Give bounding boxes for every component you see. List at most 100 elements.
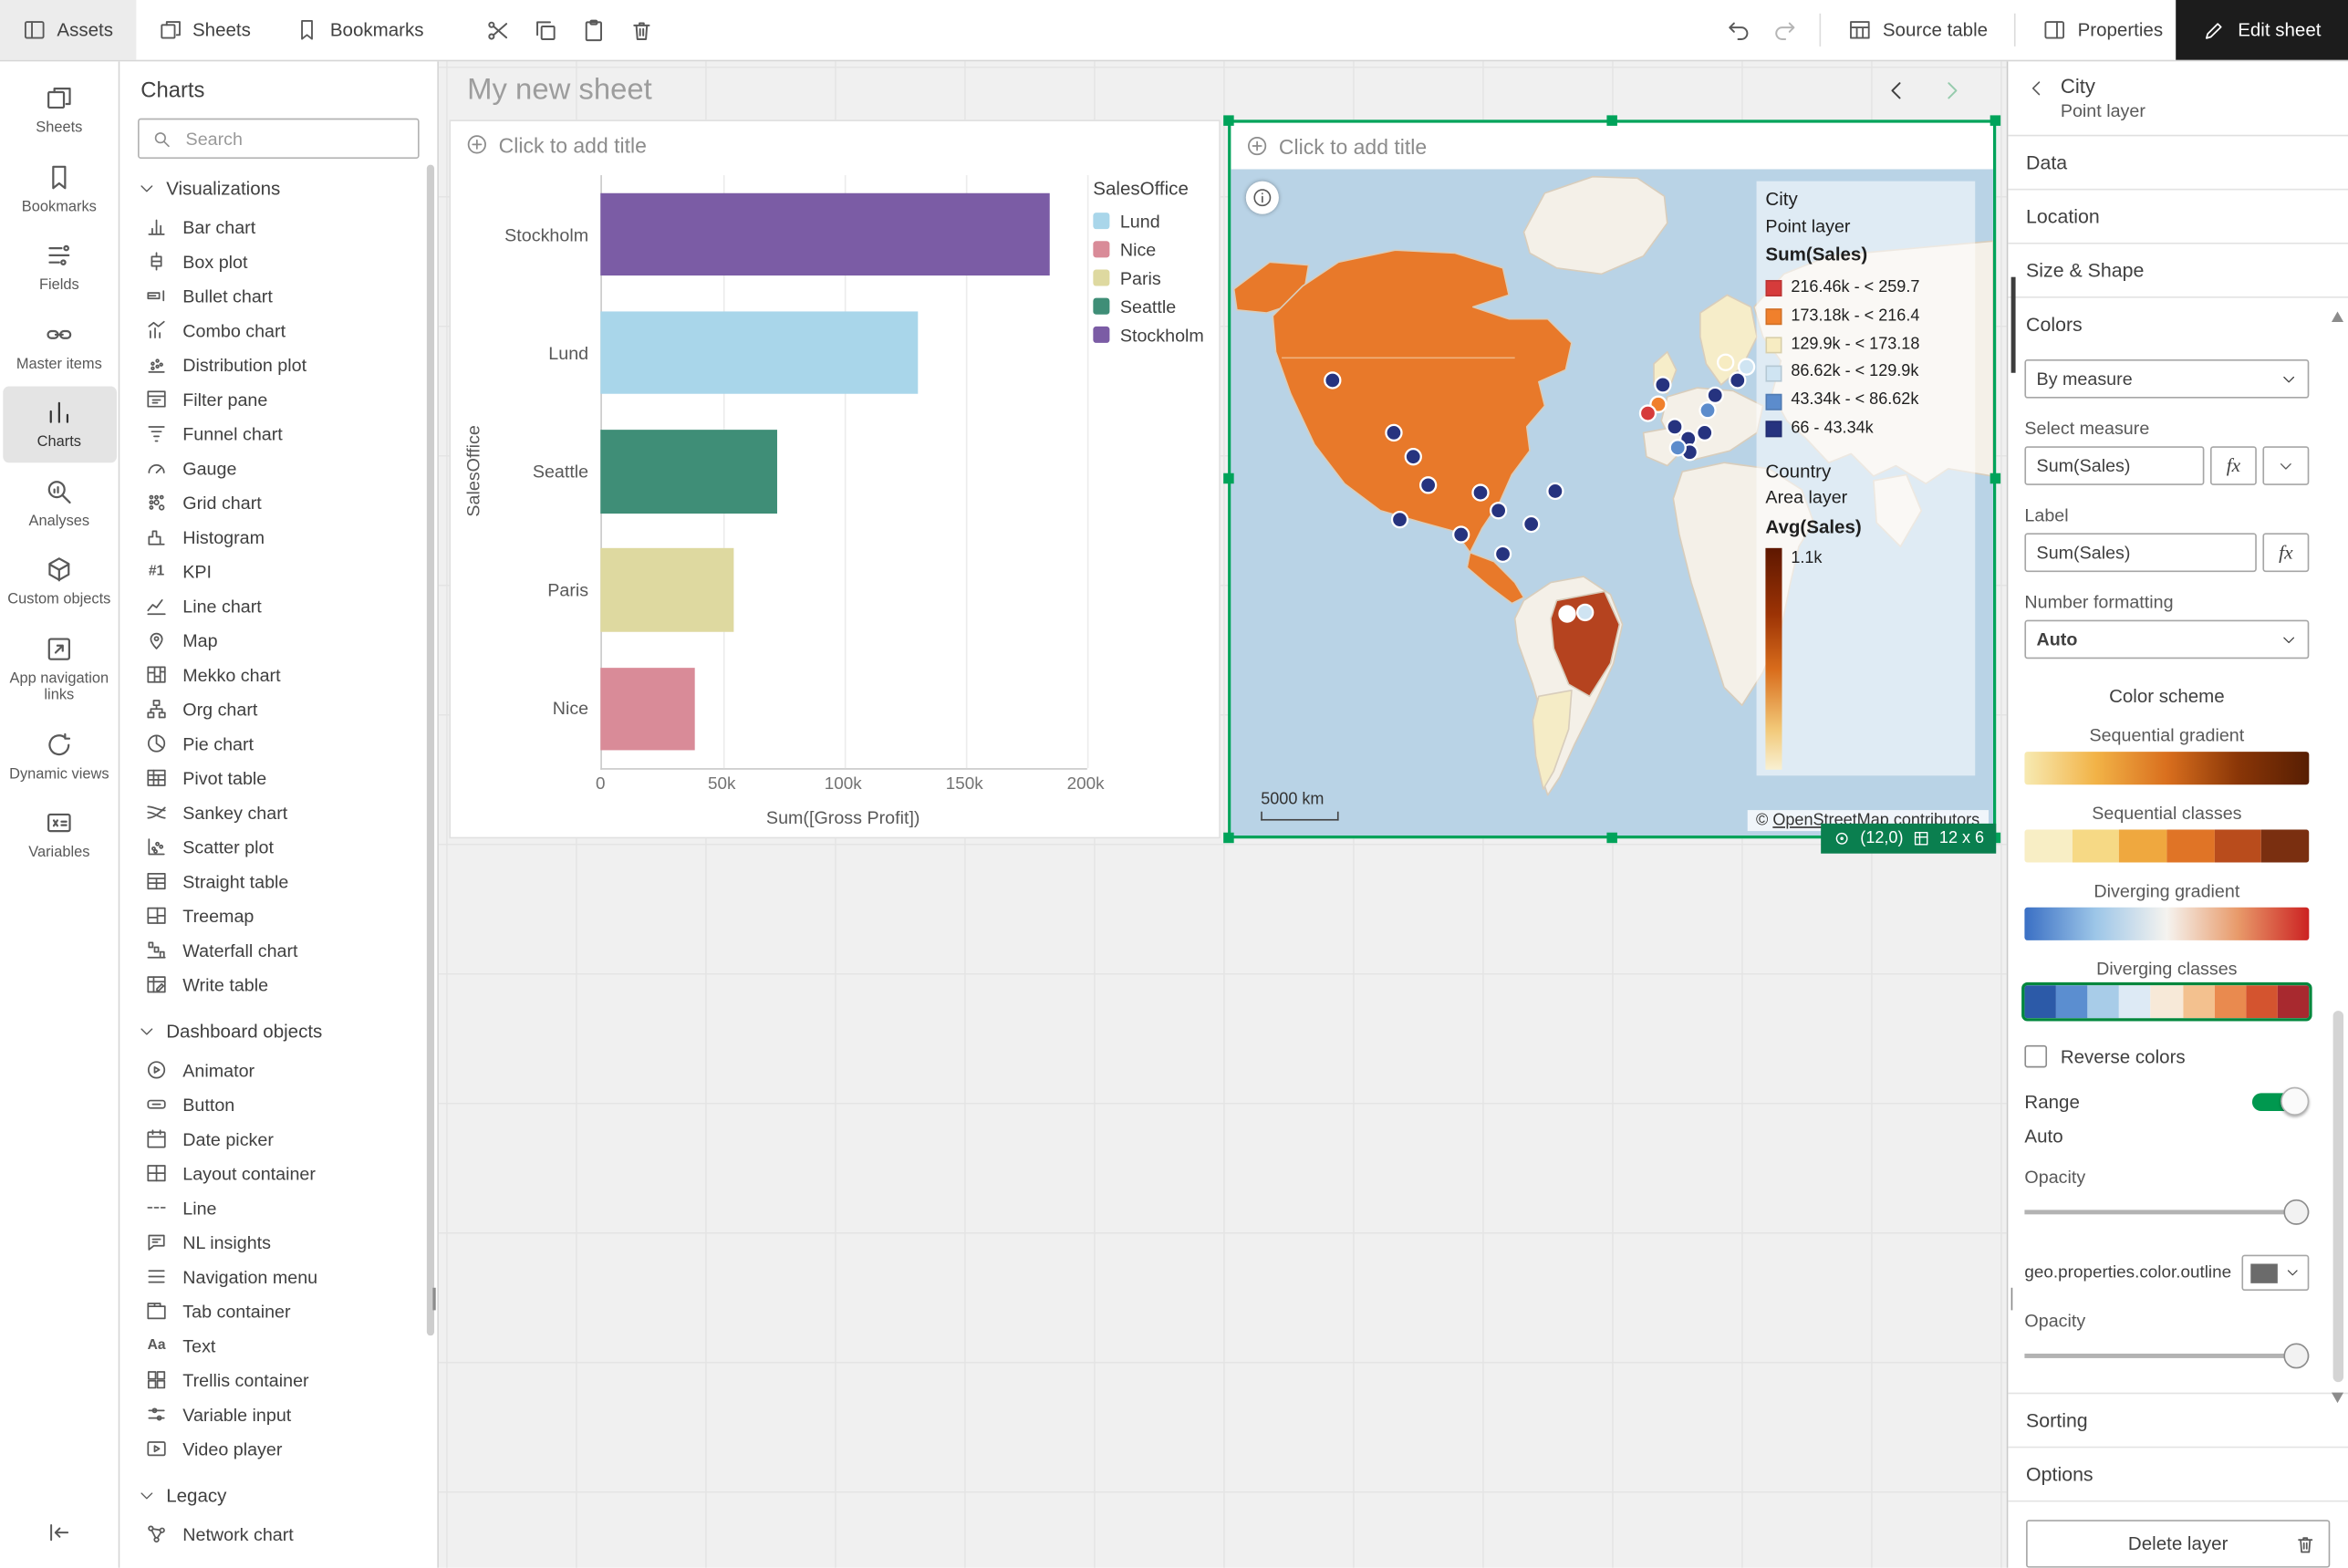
rail-item-dynamic-views[interactable]: Dynamic views	[2, 718, 116, 794]
number-formatting-dropdown[interactable]: Auto	[2024, 620, 2309, 659]
bar-chart-object[interactable]: Click to add title SalesOffice Stockholm…	[449, 119, 1220, 838]
source-table-button[interactable]: Source table	[1834, 0, 2001, 60]
color-scheme-sequential-gradient[interactable]	[2024, 752, 2309, 784]
props-section-size-shape[interactable]: Size & Shape	[2008, 244, 2348, 298]
charts-panel-item-date-picker[interactable]: Date picker	[119, 1122, 437, 1157]
charts-panel-item-box-plot[interactable]: Box plot	[119, 244, 437, 279]
tab-sheets[interactable]: Sheets	[136, 0, 274, 60]
map-point[interactable]	[1699, 402, 1715, 418]
next-sheet-arrow-icon[interactable]	[1939, 78, 1965, 103]
edit-sheet-button[interactable]: Edit sheet	[2177, 0, 2348, 60]
charts-panel-item-button[interactable]: Button	[119, 1087, 437, 1122]
map-title-placeholder[interactable]: Click to add title	[1231, 123, 1993, 170]
rail-item-fields[interactable]: Fields	[2, 229, 116, 305]
scrollbar-thumb[interactable]	[2332, 1011, 2343, 1382]
label-expression-button[interactable]: fx	[2262, 533, 2309, 572]
sheet-title[interactable]: My new sheet	[467, 73, 652, 108]
resize-handle-bottom-left[interactable]	[1223, 833, 1233, 843]
resize-handle-bottom[interactable]	[1606, 833, 1616, 843]
map-point[interactable]	[1491, 503, 1506, 518]
charts-panel-item-sankey-chart[interactable]: Sankey chart	[119, 795, 437, 830]
map-point[interactable]	[1670, 440, 1686, 455]
properties-scrollbar[interactable]	[2329, 311, 2347, 1403]
charts-panel-item-scatter-plot[interactable]: Scatter plot	[119, 829, 437, 864]
charts-panel-item-line-chart[interactable]: Line chart	[119, 588, 437, 623]
map-object[interactable]: Click to add title	[1228, 119, 1996, 838]
map-point[interactable]	[1718, 355, 1733, 370]
measure-dropdown-button[interactable]	[2262, 446, 2309, 485]
map-point[interactable]	[1386, 425, 1401, 441]
charts-panel-item-text[interactable]: AaText	[119, 1328, 437, 1363]
copy-button[interactable]	[525, 7, 569, 52]
charts-panel-item-distribution-plot[interactable]: Distribution plot	[119, 348, 437, 382]
map-viewport[interactable]: City Point layer Sum(Sales) 216.46k - < …	[1231, 169, 1993, 836]
color-scheme-diverging-classes[interactable]	[2024, 985, 2309, 1018]
search-input[interactable]	[182, 127, 406, 151]
map-point[interactable]	[1697, 425, 1712, 441]
rail-item-variables[interactable]: Variables	[2, 796, 116, 872]
color-mode-dropdown[interactable]: By measure	[2024, 359, 2309, 399]
charts-panel-item-mekko-chart[interactable]: Mekko chart	[119, 658, 437, 692]
props-section-sorting[interactable]: Sorting	[2008, 1393, 2348, 1447]
legend-item-seattle[interactable]: Seattle	[1093, 292, 1204, 320]
charts-panel-item-histogram[interactable]: Histogram	[119, 520, 437, 555]
legend-item-lund[interactable]: Lund	[1093, 207, 1204, 235]
charts-panel-item-layout-container[interactable]: Layout container	[119, 1156, 437, 1190]
charts-panel-item-video-player[interactable]: Video player	[119, 1431, 437, 1466]
charts-search[interactable]	[138, 119, 420, 159]
tab-assets[interactable]: Assets	[0, 0, 136, 60]
props-section-options[interactable]: Options	[2008, 1447, 2348, 1501]
color-scheme-sequential-classes[interactable]	[2024, 829, 2309, 862]
bar-seattle[interactable]	[600, 431, 777, 514]
cut-button[interactable]	[476, 7, 521, 52]
charts-panel-item-nl-insights[interactable]: NL insights	[119, 1225, 437, 1260]
charts-panel-item-pivot-table[interactable]: Pivot table	[119, 761, 437, 795]
tab-bookmarks[interactable]: Bookmarks	[273, 0, 446, 60]
charts-panel-scrollbar[interactable]	[427, 165, 434, 1336]
delete-layer-button[interactable]: Delete layer	[2026, 1520, 2330, 1568]
map-point[interactable]	[1739, 359, 1754, 375]
rail-item-sheets[interactable]: Sheets	[2, 72, 116, 148]
bar-stockholm[interactable]	[600, 193, 1049, 276]
props-section-colors[interactable]: Colors	[2008, 298, 2348, 350]
scroll-down-arrow-icon[interactable]	[2332, 1393, 2343, 1403]
back-chevron-icon[interactable]	[2026, 78, 2047, 99]
outline-opacity-slider[interactable]	[2024, 1342, 2309, 1369]
rail-item-charts[interactable]: Charts	[2, 387, 116, 462]
legend-item-stockholm[interactable]: Stockholm	[1093, 320, 1204, 348]
map-point[interactable]	[1667, 419, 1682, 434]
rail-item-app-navigation-links[interactable]: App navigation links	[2, 622, 116, 715]
map-point[interactable]	[1453, 527, 1469, 543]
charts-panel-item-variable-input[interactable]: Variable input	[119, 1397, 437, 1432]
charts-panel-item-trellis-container[interactable]: Trellis container	[119, 1363, 437, 1397]
properties-button[interactable]: Properties	[2030, 0, 2177, 60]
previous-sheet-arrow-icon[interactable]	[1884, 78, 1909, 103]
map-point[interactable]	[1708, 388, 1723, 403]
range-toggle[interactable]	[2252, 1093, 2303, 1111]
charts-panel-item-bar-chart[interactable]: Bar chart	[119, 210, 437, 244]
props-section-location[interactable]: Location	[2008, 190, 2348, 244]
props-section-data[interactable]: Data	[2008, 136, 2348, 190]
label-input[interactable]: Sum(Sales)	[2024, 533, 2256, 572]
charts-panel-item-bullet-chart[interactable]: Bullet chart	[119, 278, 437, 313]
outline-color-dropdown[interactable]	[2241, 1255, 2309, 1291]
charts-panel-item-map[interactable]: Map	[119, 623, 437, 658]
charts-panel-item-animator[interactable]: Animator	[119, 1053, 437, 1087]
legend-item-nice[interactable]: Nice	[1093, 235, 1204, 264]
section-header-legacy[interactable]: Legacy	[119, 1466, 437, 1517]
map-point[interactable]	[1406, 449, 1421, 464]
charts-panel-item-tab-container[interactable]: Tab container	[119, 1293, 437, 1328]
legend-item-paris[interactable]: Paris	[1093, 264, 1204, 292]
opacity-slider-knob[interactable]	[2283, 1199, 2309, 1224]
opacity-slider[interactable]	[2024, 1198, 2309, 1225]
charts-panel-item-combo-chart[interactable]: Combo chart	[119, 313, 437, 348]
resize-handle-left[interactable]	[1223, 473, 1233, 483]
scroll-up-arrow-icon[interactable]	[2332, 311, 2343, 321]
undo-button[interactable]	[1717, 7, 1761, 52]
delete-button[interactable]	[620, 7, 665, 52]
charts-panel-item-filter-pane[interactable]: Filter pane	[119, 382, 437, 417]
map-point[interactable]	[1655, 377, 1670, 392]
resize-handle-right[interactable]	[1990, 473, 2000, 483]
bar-nice[interactable]	[600, 668, 695, 751]
map-point[interactable]	[1472, 485, 1488, 501]
